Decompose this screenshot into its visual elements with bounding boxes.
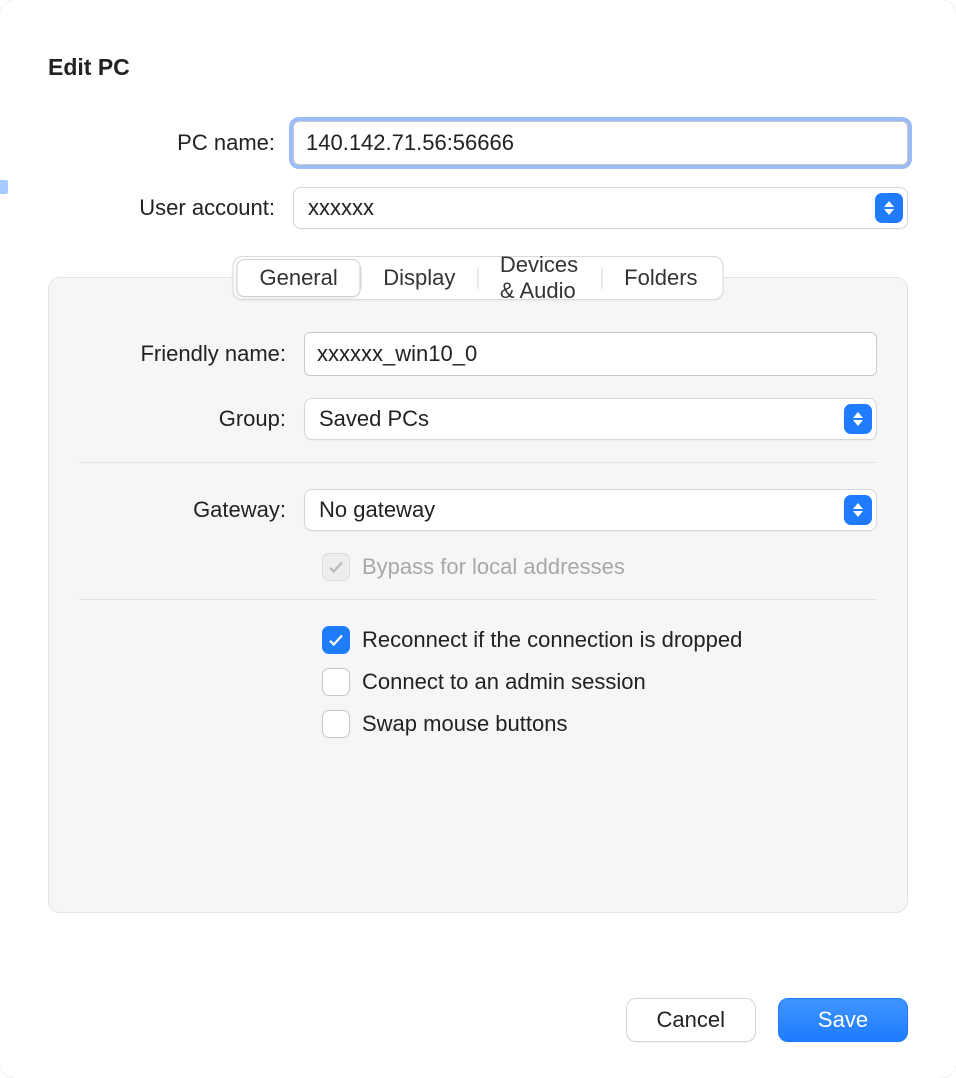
pc-name-row: PC name:: [48, 121, 908, 165]
gateway-value: No gateway: [319, 497, 435, 523]
tab-display[interactable]: Display: [361, 259, 477, 297]
user-account-value: xxxxxx: [308, 195, 374, 221]
edit-pc-sheet: Edit PC PC name: User account: xxxxxx Ge…: [0, 0, 956, 1078]
tab-folders[interactable]: Folders: [602, 259, 719, 297]
tab-devices-audio[interactable]: Devices & Audio: [478, 259, 602, 297]
gateway-select[interactable]: No gateway: [304, 489, 877, 531]
admin-session-row: Connect to an admin session: [79, 668, 877, 696]
background-window-edge: [0, 180, 8, 194]
save-button[interactable]: Save: [778, 998, 908, 1042]
group-select[interactable]: Saved PCs: [304, 398, 877, 440]
pc-name-input[interactable]: [293, 121, 908, 165]
group-value: Saved PCs: [319, 406, 429, 432]
admin-session-label: Connect to an admin session: [362, 669, 646, 695]
dialog-buttons: Cancel Save: [626, 998, 908, 1042]
gateway-row: Gateway: No gateway: [79, 489, 877, 531]
friendly-name-input[interactable]: [304, 332, 877, 376]
bypass-row: Bypass for local addresses: [79, 553, 877, 581]
user-account-label: User account:: [48, 195, 293, 221]
cancel-button[interactable]: Cancel: [626, 998, 756, 1042]
updown-icon: [875, 193, 903, 223]
group-label: Group:: [79, 406, 304, 432]
bypass-checkbox: [322, 553, 350, 581]
check-icon: [327, 631, 345, 649]
divider: [79, 462, 877, 463]
reconnect-row: Reconnect if the connection is dropped: [79, 626, 877, 654]
check-icon: [327, 558, 345, 576]
tab-general[interactable]: General: [236, 259, 360, 297]
tab-strip: General Display Devices & Audio Folders: [232, 256, 723, 300]
friendly-name-row: Friendly name:: [79, 332, 877, 376]
reconnect-checkbox[interactable]: [322, 626, 350, 654]
swap-mouse-checkbox[interactable]: [322, 710, 350, 738]
swap-mouse-label: Swap mouse buttons: [362, 711, 567, 737]
bypass-label: Bypass for local addresses: [362, 554, 625, 580]
reconnect-label: Reconnect if the connection is dropped: [362, 627, 742, 653]
updown-icon: [844, 495, 872, 525]
user-account-select[interactable]: xxxxxx: [293, 187, 908, 229]
user-account-row: User account: xxxxxx: [48, 187, 908, 229]
group-row: Group: Saved PCs: [79, 398, 877, 440]
page-title: Edit PC: [48, 54, 908, 81]
settings-pane: General Display Devices & Audio Folders …: [48, 277, 908, 913]
updown-icon: [844, 404, 872, 434]
pc-name-label: PC name:: [48, 130, 293, 156]
admin-session-checkbox[interactable]: [322, 668, 350, 696]
swap-mouse-row: Swap mouse buttons: [79, 710, 877, 738]
friendly-name-label: Friendly name:: [79, 341, 304, 367]
gateway-label: Gateway:: [79, 497, 304, 523]
divider: [79, 599, 877, 600]
